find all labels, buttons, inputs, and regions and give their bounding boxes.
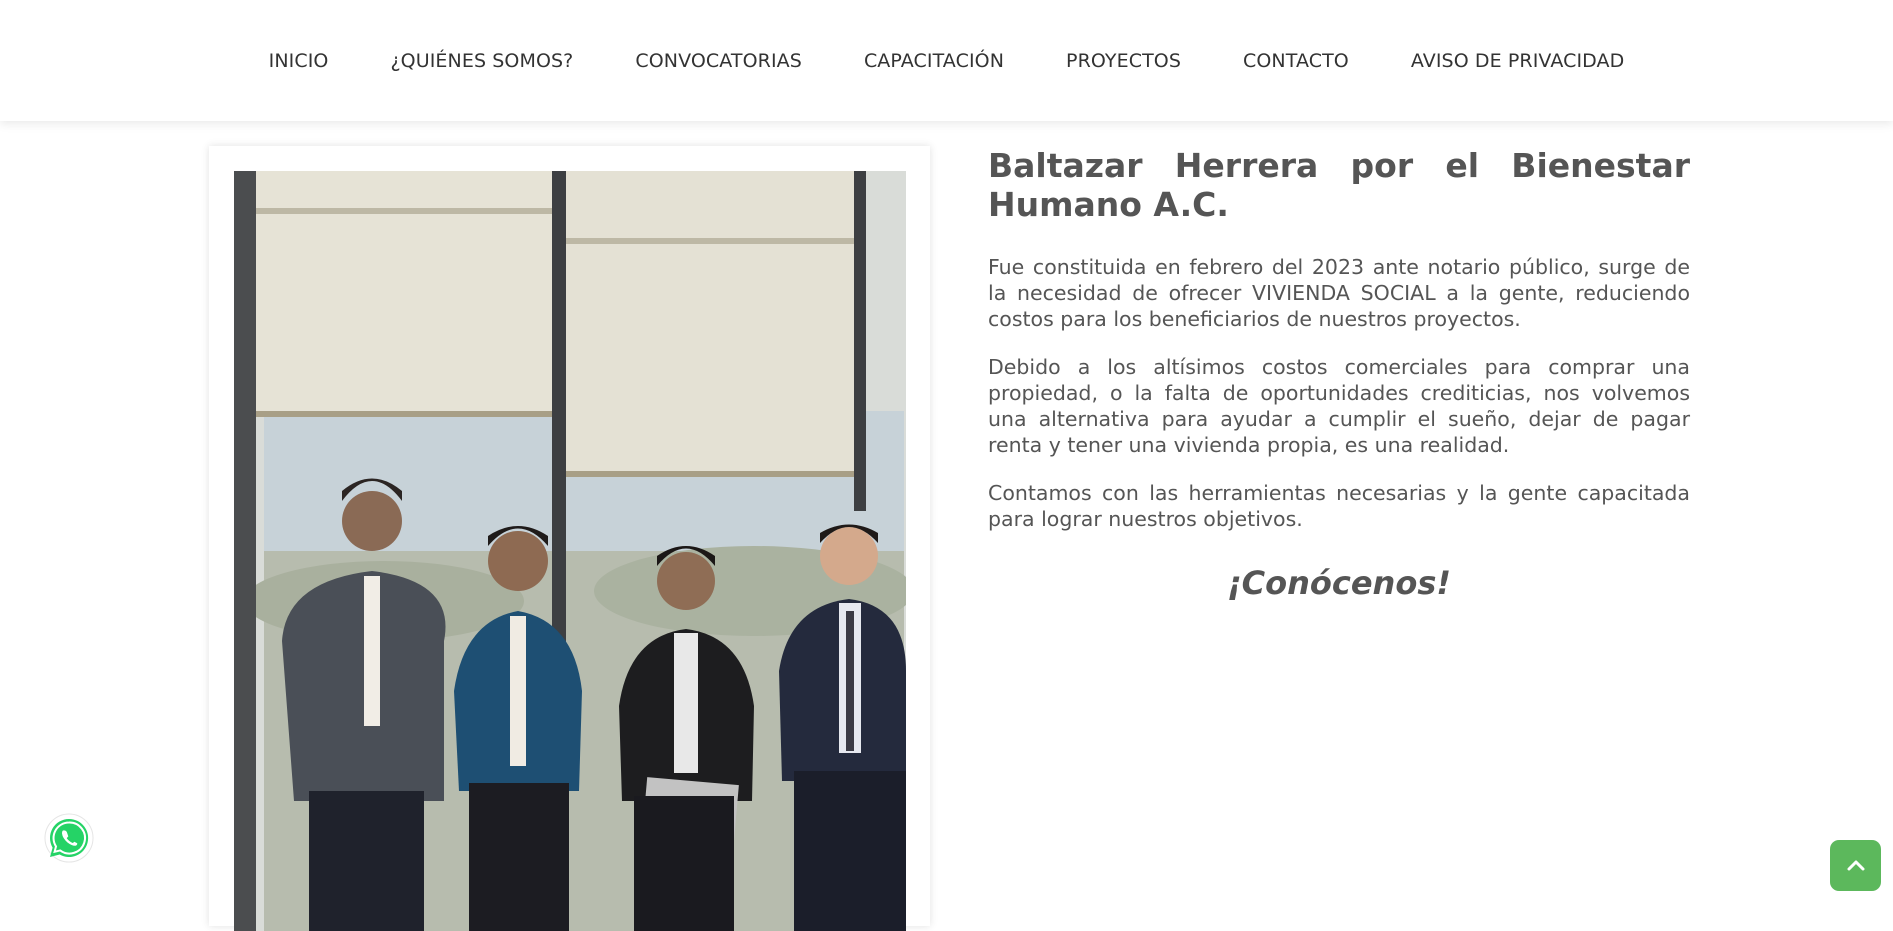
team-photo xyxy=(234,171,906,931)
whatsapp-icon xyxy=(44,813,94,863)
nav-item-proyectos[interactable]: PROYECTOS xyxy=(1035,50,1212,72)
about-paragraph-1: Fue constituida en febrero del 2023 ante… xyxy=(988,255,1690,331)
organization-title: Baltazar Herrera por el Bienestar Humano… xyxy=(988,146,1690,224)
nav-item-capacitacion[interactable]: CAPACITACIÓN xyxy=(833,50,1035,72)
nav-item-convocatorias[interactable]: CONVOCATORIAS xyxy=(604,50,833,72)
about-paragraph-3: Contamos con las herramientas necesarias… xyxy=(988,481,1690,531)
nav-item-inicio[interactable]: INICIO xyxy=(238,50,360,72)
chevron-up-icon xyxy=(1847,860,1864,870)
nav-item-contacto[interactable]: CONTACTO xyxy=(1212,50,1380,72)
whatsapp-button[interactable] xyxy=(44,813,94,863)
nav-menu: INICIO ¿QUIÉNES SOMOS? CONVOCATORIAS CAP… xyxy=(0,0,1893,121)
about-section: Baltazar Herrera por el Bienestar Humano… xyxy=(988,146,1690,602)
team-photo-card xyxy=(209,146,930,931)
conocenos-heading: ¡Conócenos! xyxy=(1227,564,1451,602)
scroll-to-top-button[interactable] xyxy=(1830,840,1881,891)
nav-item-quienes-somos[interactable]: ¿QUIÉNES SOMOS? xyxy=(359,50,604,72)
nav-item-aviso-privacidad[interactable]: AVISO DE PRIVACIDAD xyxy=(1380,50,1656,72)
top-navigation: INICIO ¿QUIÉNES SOMOS? CONVOCATORIAS CAP… xyxy=(0,0,1893,121)
about-paragraph-2: Debido a los altísimos costos comerciale… xyxy=(988,355,1690,457)
